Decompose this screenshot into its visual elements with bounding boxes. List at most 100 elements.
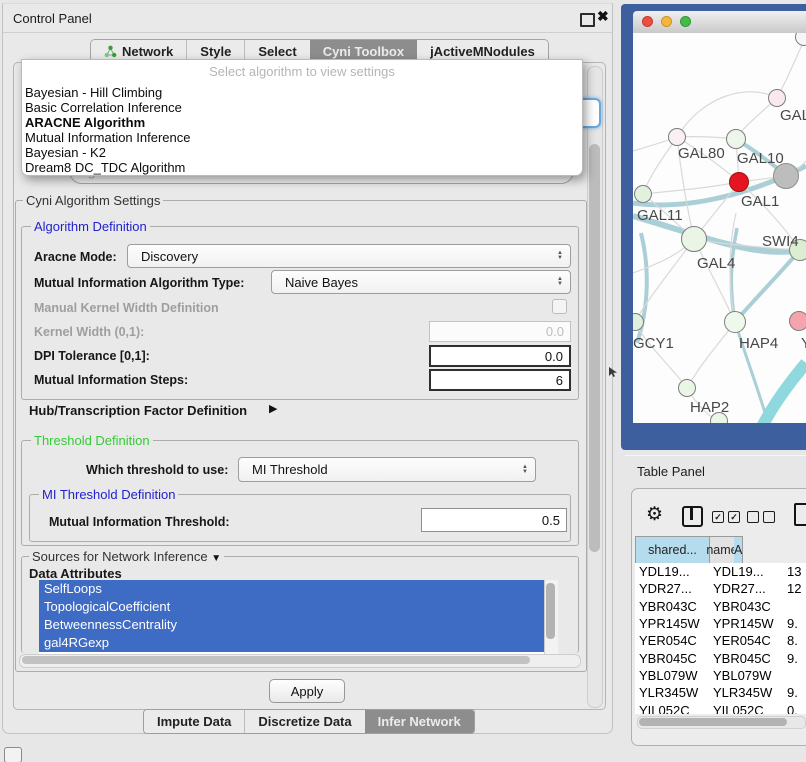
kernel-width-input[interactable] [429,321,571,342]
mi-threshold-input[interactable] [421,508,567,532]
expand-right-icon[interactable]: ▶ [269,402,277,415]
cell-shared-name: YPR145W [635,616,709,631]
mi-algorithm-type-combobox[interactable]: Naive Bayes ▲▼ [271,270,571,294]
mi-threshold-definition-title: MI Threshold Definition [39,487,178,502]
table-row[interactable]: YDL19... YDL19... 13 [635,563,806,580]
cell-value: 12 [784,581,806,596]
gear-icon[interactable]: ⚙ [646,503,663,526]
network-node-label: HAP4 [739,335,778,352]
attributes-scrollbar-thumb[interactable] [546,583,555,639]
network-node-label: GAL80 [678,145,725,162]
collapse-down-icon[interactable]: ▼ [211,553,221,564]
network-node-y[interactable] [789,311,806,331]
minimized-panel-icon[interactable] [4,747,22,762]
table-column-header[interactable]: name [710,537,734,563]
algorithm-option[interactable]: Basic Correlation Inference [22,100,582,115]
kernel-width-label: Kernel Width (0,1): [34,325,144,339]
control-panel-titlebar: Control Panel ✖ [3,4,612,33]
table-row[interactable]: YLR345W YLR345W 9. [635,684,806,701]
network-node[interactable] [710,412,728,423]
table-hscrollbar-thumb[interactable] [639,718,787,726]
table-row[interactable]: YBL079W YBL079W [635,667,806,684]
cell-shared-name: YBL079W [635,668,709,683]
network-node-label: GAL1 [741,193,779,210]
cyni-algorithm-settings-title: Cyni Algorithm Settings [23,193,163,208]
aracne-mode-combobox[interactable]: Discovery ▲▼ [127,244,571,268]
network-node-gal[interactable] [768,89,786,107]
cell-shared-name: YLR345W [635,685,709,700]
table-row[interactable]: YPR145W YPR145W 9. [635,615,806,632]
network-node-gal10[interactable] [726,129,746,149]
bottom-tab-bar: Impute Data Discretize Data Infer Networ… [143,709,475,734]
tab-label: Cyni Toolbox [323,44,404,59]
cell-value: 8. [784,633,806,648]
network-node-gal1[interactable] [729,172,749,192]
network-node-hap2[interactable] [678,379,696,397]
cell-name: YBR045C [709,651,784,666]
which-threshold-combobox[interactable]: MI Threshold ▲▼ [238,457,536,482]
data-attribute-option[interactable]: BetweennessCentrality [39,616,557,634]
manual-kernel-width-label: Manual Kernel Width Definition [34,301,219,315]
algorithm-definition-title: Algorithm Definition [31,219,150,234]
network-node-gal80[interactable] [668,128,686,146]
algorithm-option[interactable]: Dream8 DC_TDC Algorithm [22,160,582,175]
cell-shared-name: YBR045C [635,651,709,666]
minimize-traffic-light-icon[interactable] [661,16,672,27]
manual-kernel-width-checkbox[interactable] [552,299,567,314]
network-node-hap4[interactable] [724,311,746,333]
columns-icon[interactable] [682,506,703,527]
cell-name: YBL079W [709,668,784,683]
table-row[interactable]: YDR27... YDR27... 12 [635,580,806,597]
checked-boxes-icon[interactable]: ✓ ✓ [712,511,740,523]
float-window-icon[interactable] [580,13,595,27]
spinner-arrows-icon: ▲▼ [557,277,563,287]
table-column-header[interactable]: A [734,537,743,563]
which-threshold-value: MI Threshold [252,462,328,477]
cell-name: YLR345W [709,685,784,700]
network-node[interactable] [773,163,799,189]
cell-name: YDL19... [709,564,784,579]
dpi-tolerance-input[interactable] [429,345,571,367]
table-row[interactable]: YBR043C YBR043C [635,598,806,615]
bottom-tab[interactable]: Infer Network [365,710,474,733]
mi-steps-label: Mutual Information Steps: [34,373,188,387]
cell-name: YPR145W [709,616,784,631]
zoom-traffic-light-icon[interactable] [680,16,691,27]
table-row[interactable]: YIL052C YIL052C 0. [635,701,806,714]
cell-value: 9. [784,685,806,700]
data-attribute-option[interactable]: SelfLoops [39,580,557,598]
algorithm-option[interactable]: ARACNE Algorithm [22,115,582,130]
algorithm-option[interactable]: Bayesian - K2 [22,145,582,160]
network-node-gal4[interactable] [681,226,707,252]
cell-value: 9. [784,651,806,666]
apply-button[interactable]: Apply [269,679,345,703]
document-icon[interactable] [794,503,806,526]
table-column-header[interactable]: shared... [636,537,710,563]
network-window-titlebar[interactable] [633,11,806,34]
network-node-label: GAL4 [697,255,735,272]
table-row[interactable]: YBR045C YBR045C 9. [635,649,806,666]
algorithm-option[interactable]: Bayesian - Hill Climbing [22,85,582,100]
network-canvas[interactable]: GALGAL80GAL10GAL1GAL11SWI4GAL4GCY1HAP4YH… [633,33,806,423]
data-attribute-option[interactable]: TopologicalCoefficient [39,598,557,616]
tab-label: jActiveMNodules [430,44,535,59]
mi-steps-input[interactable] [429,369,571,391]
table-row[interactable]: YER054C YER054C 8. [635,632,806,649]
tab-label: Select [258,44,296,59]
cell-value: 13 [784,564,806,579]
bottom-tab[interactable]: Impute Data [144,710,244,733]
mouse-cursor [609,367,618,378]
cell-shared-name: YER054C [635,633,709,648]
bottom-tab[interactable]: Discretize Data [244,710,364,733]
table-panel-title: Table Panel [637,464,705,479]
algorithm-dropdown-list: Bayesian - Hill Climbing Basic Correlati… [22,85,582,175]
close-traffic-light-icon[interactable] [642,16,653,27]
algorithm-option[interactable]: Mutual Information Inference [22,130,582,145]
data-attributes-label: Data Attributes [29,566,122,581]
close-icon[interactable]: ✖ [597,8,609,25]
panel-scrollbar-thumb[interactable] [589,144,600,552]
data-attribute-option[interactable]: gal4RGexp [39,634,557,652]
settings-hscrollbar-thumb[interactable] [22,656,530,664]
unchecked-boxes-icon[interactable] [747,511,775,523]
network-node-gal11[interactable] [634,185,652,203]
